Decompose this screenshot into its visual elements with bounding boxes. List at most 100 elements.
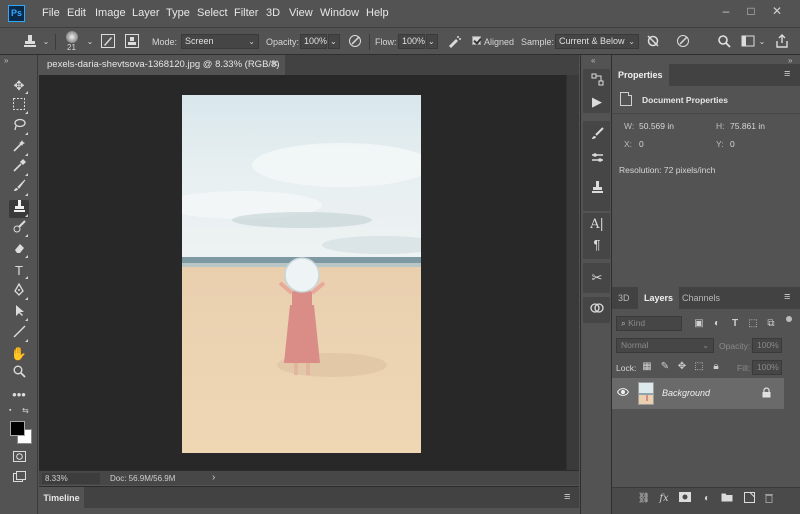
path-selection-tool-icon[interactable] xyxy=(9,304,29,322)
share-icon[interactable] xyxy=(774,34,790,50)
character-icon[interactable]: A| xyxy=(589,217,605,233)
tab-timeline[interactable]: Timeline xyxy=(39,487,84,509)
vertical-scrollbar[interactable] xyxy=(566,75,579,470)
smart-object-filter-icon[interactable]: ⧉ xyxy=(765,318,777,330)
menu-help[interactable]: Help xyxy=(366,7,389,19)
adjustment-layer-icon[interactable]: ◐ xyxy=(700,492,714,506)
menu-window[interactable]: Window xyxy=(320,7,359,19)
status-menu-arrow[interactable]: › xyxy=(212,471,215,485)
chevron-down-icon[interactable]: ⌄ xyxy=(82,34,98,50)
swap-colors-icon[interactable]: ⇆ xyxy=(22,406,29,415)
maximize-button[interactable]: □ xyxy=(740,3,762,19)
menu-3d[interactable]: 3D xyxy=(266,7,280,19)
ignore-adjustment-layers-icon[interactable] xyxy=(645,34,661,50)
panel-menu-icon[interactable]: ≡ xyxy=(564,491,570,503)
lock-position-icon[interactable]: ✥ xyxy=(676,361,688,373)
clone-source-panel-icon[interactable] xyxy=(589,181,605,197)
type-tool-icon[interactable]: T xyxy=(9,262,29,280)
pressure-opacity-icon[interactable] xyxy=(347,34,363,50)
chevron-down-icon[interactable]: ⌄ xyxy=(754,34,770,50)
trash-icon[interactable] xyxy=(762,492,776,506)
lasso-tool-icon[interactable] xyxy=(9,118,29,136)
menu-type[interactable]: Type xyxy=(166,7,190,19)
tab-channels[interactable]: Channels xyxy=(676,287,726,309)
lock-pixels-icon[interactable]: ✎ xyxy=(659,361,671,373)
layer-opacity-input[interactable]: 100% xyxy=(752,338,782,353)
aligned-checkbox[interactable] xyxy=(472,36,481,45)
magic-wand-tool-icon[interactable] xyxy=(9,139,29,157)
tab-properties[interactable]: Properties xyxy=(612,64,669,86)
shape-filter-icon[interactable]: ⬚ xyxy=(747,318,759,330)
mode-select[interactable]: Screen ⌄ xyxy=(181,34,259,49)
pen-tool-icon[interactable] xyxy=(9,282,29,301)
close-tab-icon[interactable]: ✕ xyxy=(271,55,279,75)
foreground-color-swatch[interactable] xyxy=(10,421,25,436)
more-tools-icon[interactable]: ••• xyxy=(9,386,29,404)
document-tab[interactable]: pexels-daria-shevtsova-1368120.jpg @ 8.3… xyxy=(39,55,285,75)
fill-input[interactable]: 100% xyxy=(752,360,782,375)
brush-preview-icon[interactable] xyxy=(66,31,78,43)
brush-settings-icon[interactable] xyxy=(589,127,605,143)
minimize-button[interactable]: – xyxy=(715,3,737,19)
blend-mode-select[interactable]: Normal ⌄ xyxy=(616,338,714,353)
x-value[interactable]: 0 xyxy=(639,139,644,149)
opacity-dropdown[interactable]: ⌄ xyxy=(328,34,340,49)
search-icon[interactable] xyxy=(716,34,732,50)
lock-all-icon[interactable]: 🔒︎ xyxy=(710,361,722,373)
menu-layer[interactable]: Layer xyxy=(132,7,160,19)
clone-stamp-tool-icon[interactable] xyxy=(9,200,29,218)
clone-source-icon[interactable] xyxy=(124,34,140,50)
flow-input[interactable]: 100% xyxy=(398,34,425,49)
panel-menu-icon[interactable]: ≡ xyxy=(784,68,790,80)
menu-select[interactable]: Select xyxy=(197,7,228,19)
lock-artboard-icon[interactable]: ⬚ xyxy=(693,361,705,373)
menu-file[interactable]: File xyxy=(42,7,60,19)
collapse-panel-icon[interactable]: » xyxy=(4,56,8,65)
brush-settings-icon[interactable] xyxy=(100,34,116,50)
opacity-input[interactable]: 100% xyxy=(300,34,327,49)
eraser-tool-icon[interactable] xyxy=(9,241,29,259)
history-brush-tool-icon[interactable] xyxy=(9,220,29,238)
move-tool-icon[interactable]: ✥ xyxy=(9,77,29,95)
marquee-tool-icon[interactable] xyxy=(9,97,29,115)
brush-tool-icon[interactable] xyxy=(9,179,29,197)
line-tool-icon[interactable] xyxy=(9,325,29,343)
pixel-filter-icon[interactable]: ▣ xyxy=(693,318,705,330)
libraries-icon[interactable] xyxy=(589,302,605,318)
link-layers-icon[interactable]: ⛓ xyxy=(637,492,651,506)
new-layer-icon[interactable] xyxy=(742,492,756,506)
layer-name[interactable]: Background xyxy=(662,388,710,398)
quick-mask-icon[interactable] xyxy=(9,449,29,467)
tool-presets-icon[interactable]: ✂ xyxy=(589,270,605,286)
hand-tool-icon[interactable]: ✋ xyxy=(9,345,29,363)
close-window-button[interactable]: ✕ xyxy=(766,3,788,19)
history-icon[interactable] xyxy=(589,73,605,89)
tab-3d[interactable]: 3D xyxy=(612,287,636,309)
airbrush-icon[interactable] xyxy=(446,34,462,50)
zoom-level-input[interactable]: 8.33% xyxy=(42,473,100,484)
type-filter-icon[interactable]: T xyxy=(729,318,741,330)
pressure-size-icon[interactable] xyxy=(675,34,691,50)
eyedropper-tool-icon[interactable] xyxy=(9,159,29,177)
zoom-tool-icon[interactable] xyxy=(9,365,29,383)
collapse-strip-icon[interactable]: « xyxy=(591,56,595,65)
add-mask-icon[interactable] xyxy=(678,492,692,506)
menu-image[interactable]: Image xyxy=(95,7,126,19)
flow-dropdown[interactable]: ⌄ xyxy=(426,34,438,49)
tab-layers[interactable]: Layers xyxy=(638,287,680,309)
screen-mode-icon[interactable] xyxy=(9,470,29,488)
layer-style-icon[interactable]: fx xyxy=(657,492,671,506)
menu-edit[interactable]: Edit xyxy=(67,7,86,19)
sample-select[interactable]: Current & Below ⌄ xyxy=(555,34,639,49)
eye-icon[interactable] xyxy=(616,387,630,400)
layer-row[interactable]: Background xyxy=(612,378,784,409)
panel-menu-icon[interactable]: ≡ xyxy=(784,291,790,303)
menu-filter[interactable]: Filter xyxy=(234,7,258,19)
group-icon[interactable] xyxy=(720,492,734,506)
paragraph-icon[interactable]: ¶ xyxy=(589,237,605,253)
layer-filter-select[interactable]: ⌕ Kind xyxy=(616,316,682,331)
height-value[interactable]: 75.861 in xyxy=(730,121,765,131)
width-value[interactable]: 50.569 in xyxy=(639,121,674,131)
document-image[interactable] xyxy=(182,95,421,453)
adjustment-filter-icon[interactable]: ◐ xyxy=(711,318,723,330)
